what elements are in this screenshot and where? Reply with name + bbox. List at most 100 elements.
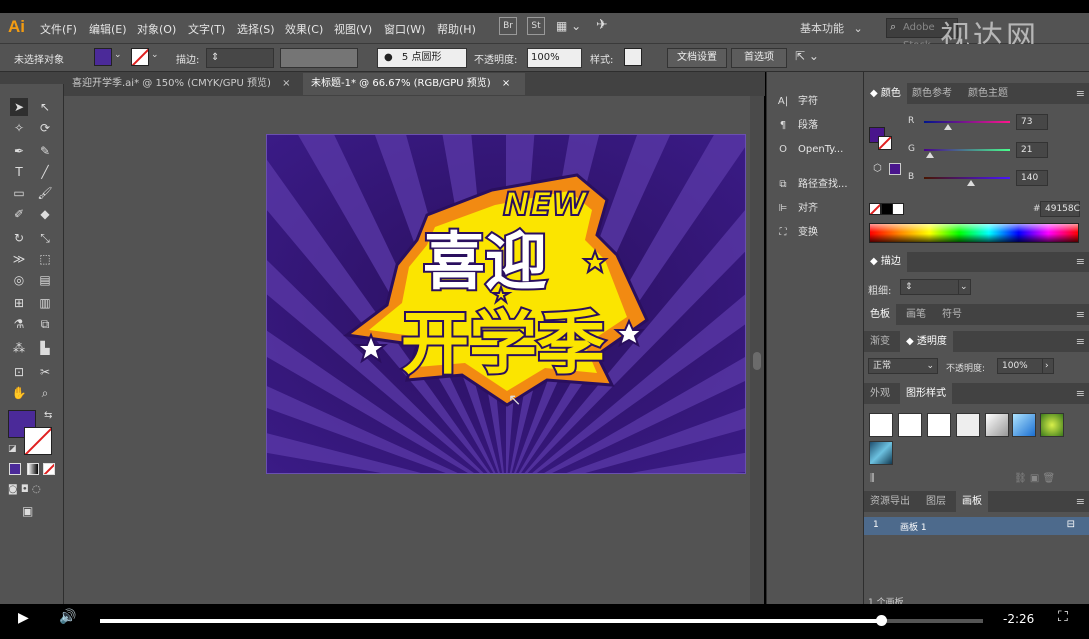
hand-tool-icon[interactable]: ✋ bbox=[10, 384, 28, 402]
menu-help[interactable]: 帮助(H) bbox=[437, 21, 476, 37]
none-swatch[interactable] bbox=[869, 203, 881, 215]
artboard-tool-icon[interactable]: ⊡ bbox=[10, 363, 28, 381]
style-library-icon[interactable]: ⫼ bbox=[870, 473, 875, 484]
tab-gradient[interactable]: 渐变 bbox=[864, 331, 896, 352]
graphic-style-4[interactable] bbox=[956, 413, 980, 437]
blend-tool-icon[interactable]: ⧉ bbox=[36, 315, 54, 333]
graphic-style-5[interactable] bbox=[985, 413, 1009, 437]
g-slider[interactable] bbox=[924, 149, 1010, 151]
tab-swatches[interactable]: 色板 bbox=[864, 304, 896, 325]
tab-graphic-styles[interactable]: 图形样式 bbox=[900, 383, 952, 404]
paragraph-panel-button[interactable]: ¶ 段落 bbox=[776, 117, 818, 135]
menu-object[interactable]: 对象(O) bbox=[137, 21, 176, 37]
none-mode-icon[interactable] bbox=[43, 463, 55, 475]
column-graph-tool-icon[interactable]: ▙ bbox=[36, 339, 54, 357]
menu-edit[interactable]: 编辑(E) bbox=[89, 21, 127, 37]
close-icon[interactable]: × bbox=[502, 78, 510, 89]
panel-menu-icon[interactable]: ≡ bbox=[1076, 335, 1085, 348]
pathfinder-panel-button[interactable]: ⧉ 路径查找... bbox=[776, 176, 847, 194]
panel-menu-icon[interactable]: ≡ bbox=[1076, 255, 1085, 268]
r-slider[interactable] bbox=[924, 121, 1010, 123]
close-icon[interactable]: × bbox=[282, 78, 290, 89]
curvature-tool-icon[interactable]: ✎ bbox=[36, 142, 54, 160]
stroke-weight-field[interactable]: ⇕ bbox=[206, 48, 274, 68]
play-icon[interactable]: ▶ bbox=[18, 610, 29, 626]
graphic-style-2[interactable] bbox=[898, 413, 922, 437]
rotate-tool-icon[interactable]: ↻ bbox=[10, 229, 28, 247]
eyedropper-tool-icon[interactable]: ⚗ bbox=[10, 315, 28, 333]
document-settings-button[interactable]: 文档设置 bbox=[667, 48, 727, 68]
color-panel-stroke-swatch[interactable] bbox=[878, 136, 892, 150]
arrange-icon[interactable]: ⇱ ⌄ bbox=[795, 49, 819, 63]
slice-tool-icon[interactable]: ✂ bbox=[36, 363, 54, 381]
magic-wand-icon[interactable]: ✧ bbox=[10, 119, 28, 137]
selection-tool-icon[interactable]: ➤ bbox=[10, 98, 28, 116]
panel-footer-icons[interactable]: ⛓ ▣ 🗑 bbox=[1014, 473, 1055, 484]
r-value-field[interactable]: 73 bbox=[1016, 114, 1048, 130]
gpu-performance-icon[interactable]: ✈ bbox=[596, 17, 608, 33]
b-slider[interactable] bbox=[924, 177, 1010, 179]
menu-window[interactable]: 窗口(W) bbox=[384, 21, 425, 37]
fullscreen-icon[interactable]: ⛶ bbox=[1058, 609, 1068, 625]
out-of-gamut-icon[interactable]: ⬡ bbox=[873, 163, 882, 174]
screen-mode-icon[interactable]: ▣ bbox=[22, 504, 33, 518]
hex-value-field[interactable]: 49158C bbox=[1040, 201, 1080, 217]
shape-builder-tool-icon[interactable]: ◎ bbox=[10, 271, 28, 289]
graphic-style-7[interactable] bbox=[1040, 413, 1064, 437]
gradient-mode-icon[interactable] bbox=[27, 463, 39, 475]
swap-fill-stroke-icon[interactable]: ⇆ bbox=[44, 410, 52, 421]
character-panel-button[interactable]: A| 字符 bbox=[776, 93, 818, 111]
shaper-tool-icon[interactable]: ✐ bbox=[10, 205, 28, 223]
artboard[interactable]: NEW 喜迎 开学季 bbox=[266, 134, 746, 474]
panel-menu-icon[interactable]: ≡ bbox=[1076, 87, 1085, 100]
g-slider-thumb[interactable] bbox=[926, 152, 934, 158]
menu-file[interactable]: 文件(F) bbox=[40, 21, 77, 37]
g-value-field[interactable]: 21 bbox=[1016, 142, 1048, 158]
tab-artboards[interactable]: 画板 bbox=[956, 491, 988, 512]
fill-color-swatch[interactable] bbox=[94, 48, 112, 66]
menu-type[interactable]: 文字(T) bbox=[188, 21, 225, 37]
width-tool-icon[interactable]: ≫ bbox=[10, 250, 28, 268]
tab-color[interactable]: ◆ 颜色 bbox=[864, 83, 907, 104]
stroke-weight-input[interactable]: ⇕ bbox=[900, 279, 960, 295]
gradient-tool-icon[interactable]: ▥ bbox=[36, 294, 54, 312]
tab-symbols[interactable]: 符号 bbox=[936, 304, 968, 325]
opacity-field[interactable]: 100% bbox=[527, 48, 582, 68]
type-tool-icon[interactable]: T bbox=[10, 163, 28, 181]
direct-selection-tool-icon[interactable]: ↖ bbox=[36, 98, 54, 116]
blend-mode-select[interactable]: 正常 ⌄ bbox=[868, 358, 938, 374]
tab-transparency[interactable]: ◆ 透明度 bbox=[900, 331, 953, 352]
transform-panel-button[interactable]: ⛶ 变换 bbox=[776, 224, 819, 242]
scale-tool-icon[interactable]: ⤡ bbox=[36, 229, 54, 247]
preferences-button[interactable]: 首选项 bbox=[731, 48, 787, 68]
mesh-tool-icon[interactable]: ⊞ bbox=[10, 294, 28, 312]
lasso-tool-icon[interactable]: ⟳ bbox=[36, 119, 54, 137]
tab-document-2[interactable]: 未标题-1* @ 66.67% (RGB/GPU 预览) × bbox=[303, 73, 525, 95]
perspective-grid-tool-icon[interactable]: ▤ bbox=[36, 271, 54, 289]
align-panel-button[interactable]: ⊫ 对齐 bbox=[776, 200, 818, 218]
tab-stroke[interactable]: ◆ 描边 bbox=[864, 252, 907, 272]
white-swatch[interactable] bbox=[892, 203, 904, 215]
symbol-sprayer-tool-icon[interactable]: ⁂ bbox=[10, 339, 28, 357]
brush-definition[interactable]: ● 5 点圆形 bbox=[377, 48, 467, 68]
rectangle-tool-icon[interactable]: ▭ bbox=[10, 184, 28, 202]
line-tool-icon[interactable]: ╱ bbox=[36, 163, 54, 181]
chevron-down-icon[interactable]: ⌄ bbox=[151, 50, 159, 60]
panel-menu-icon[interactable]: ≡ bbox=[1076, 495, 1085, 508]
chevron-down-icon[interactable]: ⌄ bbox=[114, 50, 122, 60]
tab-color-themes[interactable]: 颜色主题 bbox=[962, 83, 1014, 104]
volume-icon[interactable]: 🔊 bbox=[59, 609, 76, 625]
variable-width-profile[interactable] bbox=[280, 48, 358, 68]
panel-menu-icon[interactable]: ≡ bbox=[1076, 308, 1085, 321]
progress-handle[interactable] bbox=[876, 615, 887, 626]
graphic-style-8[interactable] bbox=[869, 441, 893, 465]
default-colors-icon[interactable]: ◪ bbox=[8, 444, 17, 454]
stroke-weight-dropdown[interactable]: ⌄ bbox=[958, 279, 971, 295]
artboard-options-icon[interactable]: ⊟ bbox=[1067, 519, 1075, 530]
arrange-documents-icon[interactable]: ▦ ⌄ bbox=[556, 19, 581, 33]
color-mode-icon[interactable] bbox=[9, 463, 21, 475]
zoom-tool-icon[interactable]: ⌕ bbox=[36, 384, 54, 402]
tab-asset-export[interactable]: 资源导出 bbox=[864, 491, 916, 512]
tab-layers[interactable]: 图层 bbox=[920, 491, 952, 512]
color-spectrum-ramp[interactable] bbox=[869, 223, 1079, 243]
